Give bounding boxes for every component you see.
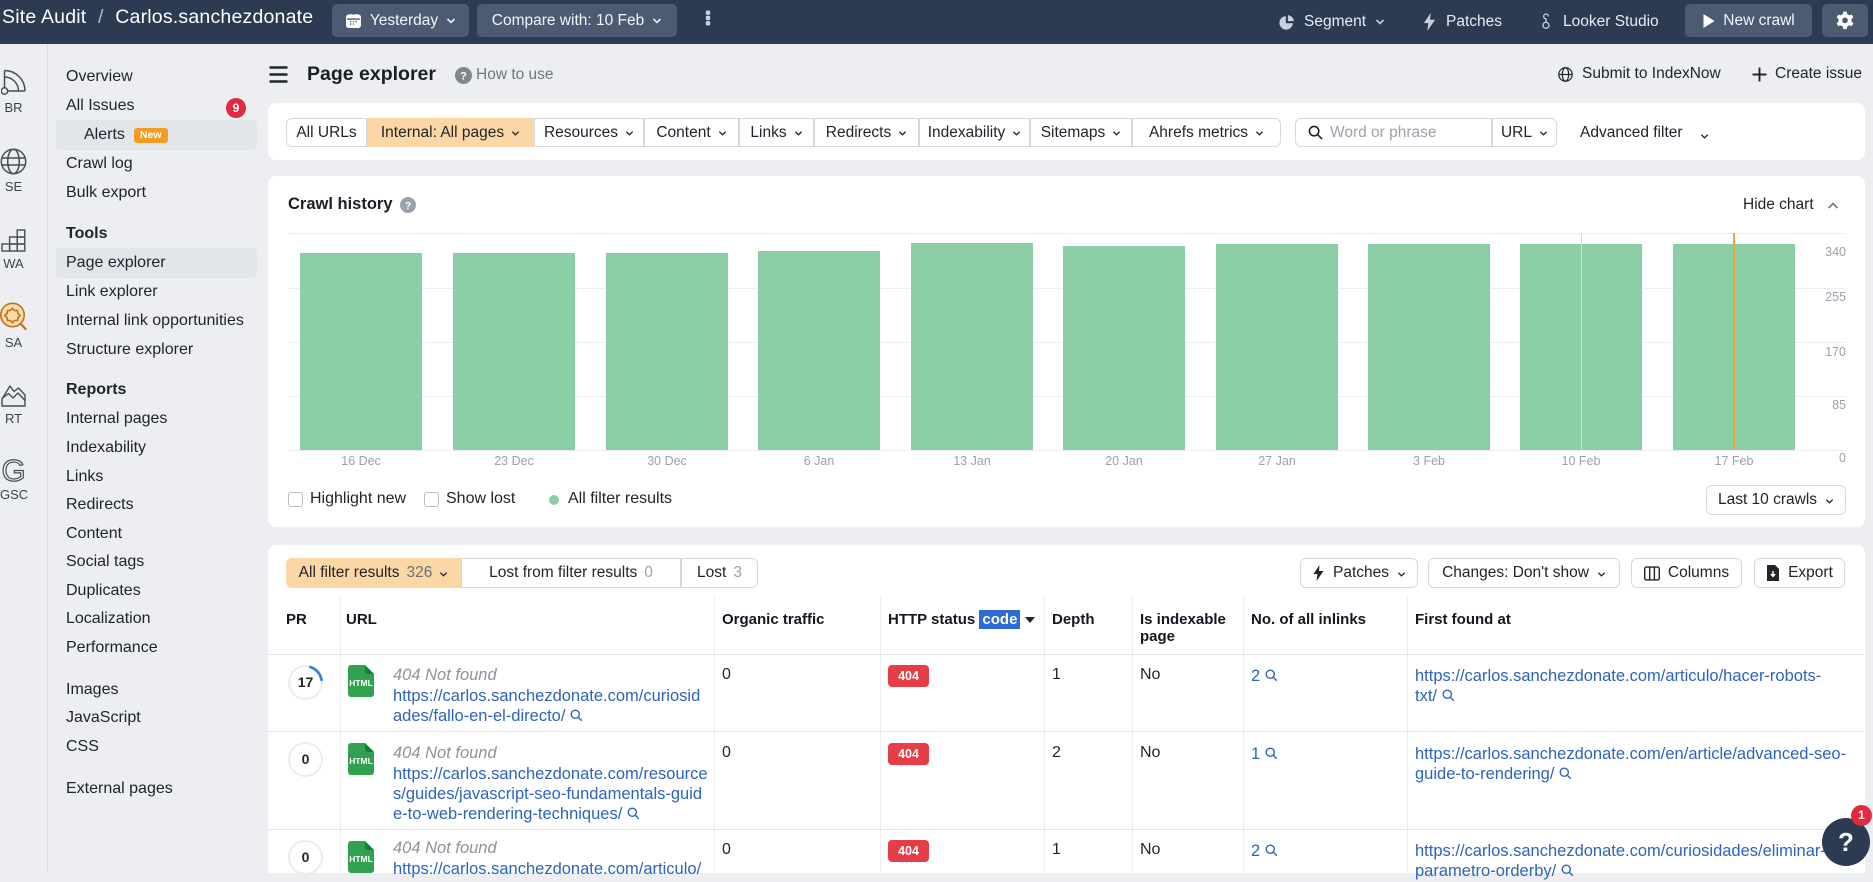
svg-text:HTML: HTML — [349, 756, 373, 766]
svg-text:HTML: HTML — [349, 854, 373, 864]
svg-text:HTML: HTML — [349, 678, 373, 688]
svg-text:?: ? — [405, 201, 411, 212]
svg-text:?: ? — [460, 71, 467, 83]
svg-text:G: G — [1, 456, 25, 484]
